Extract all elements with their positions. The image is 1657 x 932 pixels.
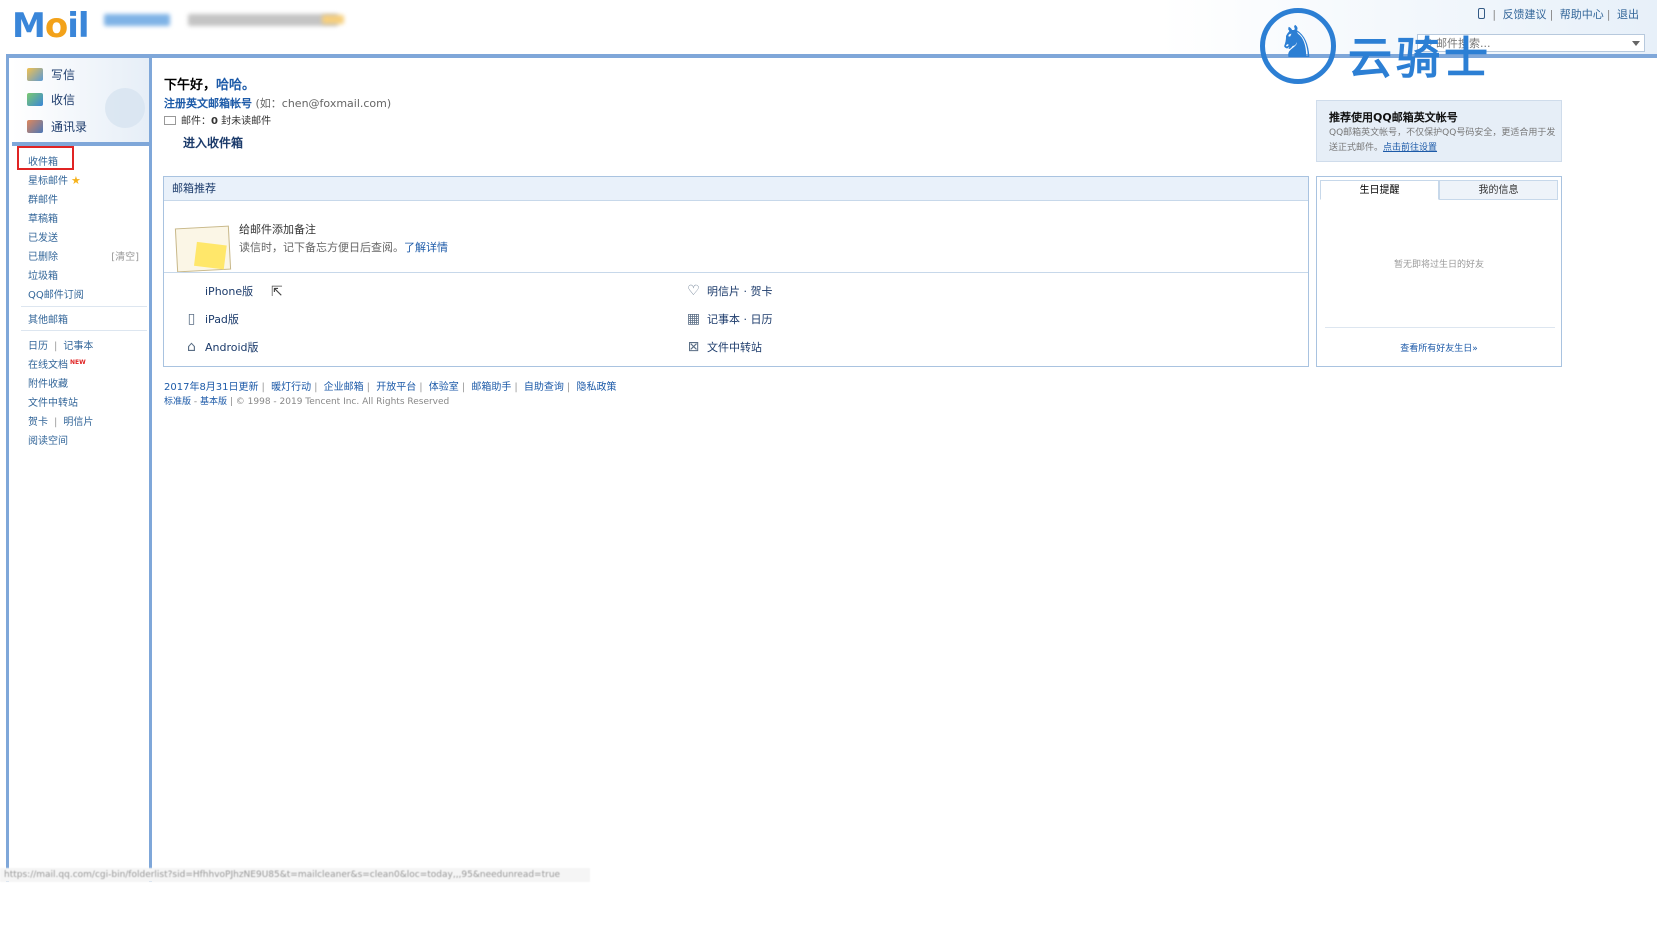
attachments-link[interactable]: 附件收藏 <box>28 375 68 390</box>
online-docs-link[interactable]: 在线文档 NEW <box>28 356 86 371</box>
logout-link[interactable]: 退出 <box>1617 8 1639 21</box>
register-english-account: 注册英文邮箱帐号 (如：chen@foxmail.com) <box>164 97 392 110</box>
promo-title: 推荐使用QQ邮箱英文帐号 <box>1329 111 1458 124</box>
main-content: 下午好，哈哈。 注册英文邮箱帐号 (如：chen@foxmail.com) 邮件… <box>152 58 1657 882</box>
calendar-notebook-links: 日历 | 记事本 <box>28 341 94 352</box>
birthday-panel: 生日提醒 我的信息 暂无即将过生日的好友 查看所有好友生日» <box>1316 176 1562 367</box>
new-badge: NEW <box>70 359 86 366</box>
envelope-icon <box>164 116 176 125</box>
notebook-calendar-link[interactable]: ▦ 记事本 · 日历 <box>686 311 773 327</box>
tab-birthday[interactable]: 生日提醒 <box>1320 180 1439 200</box>
footer-link[interactable]: 自助查询 <box>524 382 564 393</box>
folder-junk[interactable]: 垃圾箱 <box>28 267 58 282</box>
view-all-birthdays-link[interactable]: 查看所有好友生日» <box>1317 341 1561 354</box>
basic-version-link[interactable]: 基本版 <box>200 397 227 407</box>
promo-desc: QQ邮箱英文帐号，不仅保护QQ号码安全，更适合用于发送正式邮件。点击前往设置 <box>1329 128 1556 153</box>
compose-icon <box>27 68 43 81</box>
footer-link[interactable]: 暖灯行动 <box>271 382 311 393</box>
standard-version-link[interactable]: 标准版 <box>164 397 191 407</box>
folder-starred[interactable]: 星标邮件 ★ <box>28 172 81 187</box>
promo-settings-link[interactable]: 点击前往设置 <box>1383 143 1437 153</box>
search-dropdown-icon[interactable] <box>1632 41 1640 46</box>
folder-drafts[interactable]: 草稿箱 <box>28 210 58 225</box>
footer-link[interactable]: 隐私政策 <box>576 382 616 393</box>
blurred-account-info <box>188 14 338 26</box>
knight-logo-icon: ♞ <box>1260 8 1336 84</box>
ipad-icon: ▯ <box>187 310 196 327</box>
unread-count: 0 <box>211 116 218 127</box>
footer-link[interactable]: 开放平台 <box>376 382 416 393</box>
mail-note-icon <box>174 225 232 273</box>
apple-icon <box>184 284 199 299</box>
unread-summary: 邮件：0 封未读邮件 <box>164 112 271 127</box>
contacts-icon <box>27 120 43 133</box>
mouse-cursor-icon: ⇱ <box>271 284 283 300</box>
sidebar: 写信 收信 通讯录 收件箱 星标邮件 ★ 群邮件 草稿箱 已发送 已删除 [清空]… <box>6 58 152 882</box>
file-transfer-link[interactable]: 文件中转站 <box>28 394 78 409</box>
android-app-link[interactable]: ⌂ Android版 <box>184 338 258 355</box>
note-feature-desc: 读信时，记下备忘方便日后查阅。了解详情 <box>239 241 448 254</box>
english-account-promo: 推荐使用QQ邮箱英文帐号 QQ邮箱英文帐号，不仅保护QQ号码安全，更适合用于发送… <box>1316 100 1562 162</box>
footer-copyright: 标准版 - 基本版 | © 1998 - 2019 Tencent Inc. A… <box>164 397 450 407</box>
footer-link[interactable]: 企业邮箱 <box>324 382 364 393</box>
recommend-panel: 邮箱推荐 给邮件添加备注 读信时，记下备忘方便日后查阅。了解详情 iPhone版… <box>163 176 1309 367</box>
birthday-tabs: 生日提醒 我的信息 <box>1320 180 1558 200</box>
compose-button[interactable]: 写信 <box>27 66 75 83</box>
footer-link[interactable]: 2017年8月31日更新 <box>164 382 259 393</box>
folder-inbox[interactable]: 收件箱 <box>28 153 58 168</box>
recommend-title: 邮箱推荐 <box>164 177 1308 201</box>
transfer-icon: ⊠ <box>687 338 700 355</box>
footer-links: 2017年8月31日更新 | 暖灯行动 | 企业邮箱 | 开放平台 | 体验室 | 邮箱助… <box>164 382 617 393</box>
sidebar-divider <box>21 330 147 331</box>
watermark-logo: ♞ 云骑士 <box>1260 4 1550 94</box>
footer-link[interactable]: 邮箱助手 <box>471 382 511 393</box>
folder-sent[interactable]: 已发送 <box>28 229 58 244</box>
ipad-app-link[interactable]: ▯ iPad版 <box>184 311 239 327</box>
learn-more-link[interactable]: 了解详情 <box>404 241 448 254</box>
folder-qq-subscription[interactable]: QQ邮件订阅 <box>28 286 84 301</box>
heart-icon: ♡ <box>687 282 700 299</box>
calendar-link[interactable]: 日历 <box>28 341 48 352</box>
greeting-card-link[interactable]: 贺卡 <box>28 417 48 428</box>
calendar-icon: ▦ <box>686 310 701 327</box>
footer-link[interactable]: 体验室 <box>429 382 459 393</box>
card-postcard-links: 贺卡 | 明信片 <box>28 417 94 428</box>
status-bar-url: https://mail.qq.com/cgi-bin/folderlist?s… <box>0 868 590 882</box>
iphone-app-link[interactable]: iPhone版 <box>184 283 253 299</box>
contacts-button[interactable]: 通讯录 <box>27 118 87 135</box>
register-link[interactable]: 注册英文邮箱帐号 <box>164 97 252 110</box>
star-icon: ★ <box>71 174 81 187</box>
enter-inbox-link[interactable]: 进入收件箱 <box>183 134 243 151</box>
qq-mascot-icon <box>105 88 145 128</box>
blurred-account-info <box>104 14 170 26</box>
postcard-link[interactable]: 明信片 <box>63 417 93 428</box>
clear-deleted-button[interactable]: [清空] <box>111 248 139 263</box>
receive-icon <box>27 93 43 106</box>
watermark-text: 云骑士 <box>1348 33 1492 84</box>
no-birthday-message: 暂无即将过生日的好友 <box>1393 260 1484 270</box>
user-name[interactable]: 哈哈。 <box>216 78 255 93</box>
other-mailbox[interactable]: 其他邮箱 <box>28 311 68 326</box>
postcard-greeting-link[interactable]: ♡ 明信片 · 贺卡 <box>686 282 772 299</box>
birthday-divider <box>1325 327 1555 328</box>
reading-space-link[interactable]: 阅读空间 <box>28 432 68 447</box>
notebook-link[interactable]: 记事本 <box>63 341 93 352</box>
recommend-divider <box>164 272 1308 273</box>
android-icon: ⌂ <box>187 338 196 355</box>
greeting: 下午好，哈哈。 <box>164 78 256 93</box>
note-feature-title: 给邮件添加备注 <box>239 223 316 236</box>
blurred-account-info <box>322 15 344 24</box>
receive-button[interactable]: 收信 <box>27 91 75 108</box>
mail-logo[interactable]: Moil <box>12 6 90 46</box>
folder-deleted[interactable]: 已删除 [清空] <box>28 248 145 263</box>
file-transfer-app-link[interactable]: ⊠ 文件中转站 <box>686 339 762 355</box>
sidebar-divider <box>21 306 147 307</box>
folder-group[interactable]: 群邮件 <box>28 191 58 206</box>
help-link[interactable]: 帮助中心 <box>1560 8 1604 21</box>
tab-my-info[interactable]: 我的信息 <box>1439 180 1558 200</box>
